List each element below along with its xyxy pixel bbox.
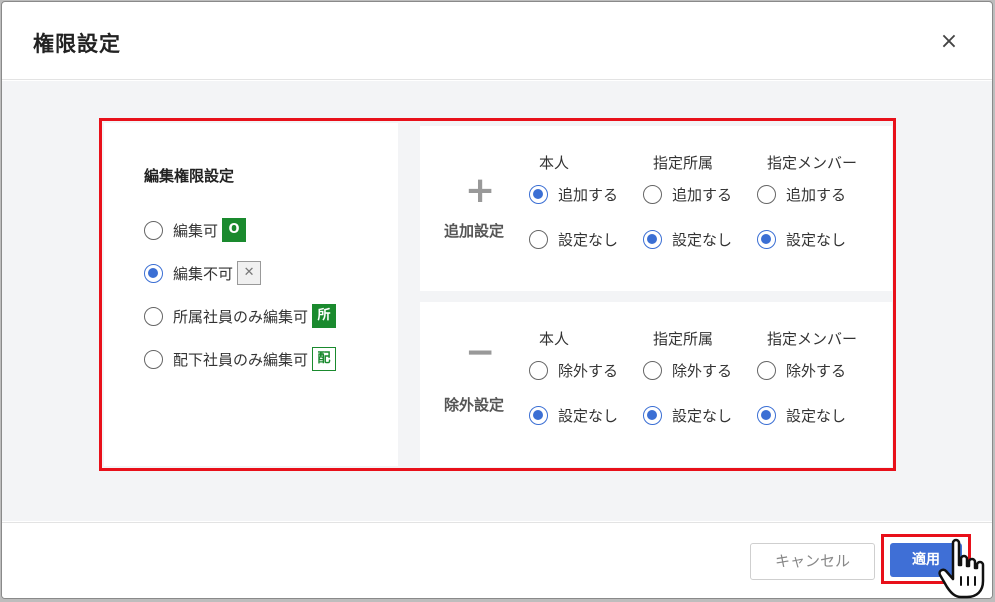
radio[interactable] [643, 405, 662, 425]
option-label: 配下社員のみ編集可 [173, 350, 309, 369]
plus-icon: + [465, 170, 496, 211]
radio-editable[interactable] [144, 220, 163, 240]
column-header-dept: 指定所属 [653, 154, 714, 172]
radio-subordinate-only[interactable] [144, 349, 163, 369]
add-members-no[interactable]: 設定なし [757, 227, 846, 251]
radio[interactable] [757, 360, 776, 380]
remove-dept-yes[interactable]: 除外する [643, 358, 732, 382]
remove-settings-label: 除外設定 [444, 396, 505, 414]
permission-dialog: 権限設定 × 編集権限設定 編集可 O 編集不可 ✕ 所属社員のみ編集可 所 配… [1, 1, 993, 599]
remove-members-yes[interactable]: 除外する [757, 358, 846, 382]
add-self-yes[interactable]: 追加する [529, 182, 618, 206]
radio[interactable] [529, 184, 548, 204]
option-label: 編集可 [173, 221, 219, 240]
option-label: 所属社員のみ編集可 [173, 307, 309, 326]
cancel-button[interactable]: キャンセル [750, 543, 875, 580]
column-header-self: 本人 [539, 154, 570, 172]
radio[interactable] [529, 405, 548, 425]
add-settings-panel: + 追加設定 本人 指定所属 指定メンバー 追加する 追加する 追加する 設定な… [420, 126, 892, 291]
option-label: 編集不可 [173, 264, 234, 283]
remove-members-no[interactable]: 設定なし [757, 403, 846, 427]
option-label: 設定なし [558, 230, 619, 249]
option-label: 設定なし [786, 406, 847, 425]
radio[interactable] [529, 360, 548, 380]
remove-self-yes[interactable]: 除外する [529, 358, 618, 382]
option-label: 除外する [786, 361, 847, 380]
option-label: 追加する [672, 185, 733, 204]
edit-permission-panel: 編集権限設定 編集可 O 編集不可 ✕ 所属社員のみ編集可 所 配下社員のみ編集… [104, 123, 398, 466]
dialog-body: 編集権限設定 編集可 O 編集不可 ✕ 所属社員のみ編集可 所 配下社員のみ編集… [2, 81, 992, 521]
option-label: 追加する [786, 185, 847, 204]
option-label: 除外する [558, 361, 619, 380]
remove-settings-panel: − 除外設定 本人 指定所属 指定メンバー 除外する 除外する 除外する 設定な… [420, 302, 892, 467]
radio[interactable] [529, 229, 548, 249]
option-label: 設定なし [786, 230, 847, 249]
option-dept-only[interactable]: 所属社員のみ編集可 所 [144, 304, 337, 328]
dialog-footer: キャンセル 適用 [2, 522, 992, 598]
option-label: 設定なし [672, 406, 733, 425]
option-subordinate-only[interactable]: 配下社員のみ編集可 配 [144, 347, 337, 371]
add-self-no[interactable]: 設定なし [529, 227, 618, 251]
add-settings-label: 追加設定 [444, 222, 505, 240]
minus-icon: − [465, 332, 496, 373]
radio[interactable] [757, 229, 776, 249]
column-header-members: 指定メンバー [767, 154, 858, 172]
remove-self-no[interactable]: 設定なし [529, 403, 618, 427]
radio-not-editable[interactable] [144, 263, 163, 283]
hand-pointer-icon [938, 538, 985, 599]
edit-permission-title: 編集権限設定 [144, 167, 235, 185]
option-editable[interactable]: 編集可 O [144, 218, 247, 242]
column-header-members: 指定メンバー [767, 330, 858, 348]
option-not-editable[interactable]: 編集不可 ✕ [144, 261, 262, 285]
not-editable-badge-icon: ✕ [237, 261, 262, 285]
radio-dept-only[interactable] [144, 306, 163, 326]
dialog-title: 権限設定 [33, 32, 121, 56]
column-header-self: 本人 [539, 330, 570, 348]
editable-badge-icon: O [222, 218, 247, 242]
column-header-dept: 指定所属 [653, 330, 714, 348]
radio[interactable] [643, 184, 662, 204]
close-icon[interactable]: × [934, 28, 964, 58]
radio[interactable] [643, 360, 662, 380]
add-dept-no[interactable]: 設定なし [643, 227, 732, 251]
add-dept-yes[interactable]: 追加する [643, 182, 732, 206]
add-members-yes[interactable]: 追加する [757, 182, 846, 206]
option-label: 除外する [672, 361, 733, 380]
subordinate-badge-icon: 配 [312, 347, 337, 371]
remove-dept-no[interactable]: 設定なし [643, 403, 732, 427]
radio[interactable] [757, 184, 776, 204]
option-label: 設定なし [558, 406, 619, 425]
dialog-header: 権限設定 × [2, 2, 992, 80]
radio[interactable] [643, 229, 662, 249]
highlight-frame: 編集権限設定 編集可 O 編集不可 ✕ 所属社員のみ編集可 所 配下社員のみ編集… [99, 118, 896, 471]
option-label: 追加する [558, 185, 619, 204]
dept-badge-icon: 所 [312, 304, 337, 328]
option-label: 設定なし [672, 230, 733, 249]
radio[interactable] [757, 405, 776, 425]
